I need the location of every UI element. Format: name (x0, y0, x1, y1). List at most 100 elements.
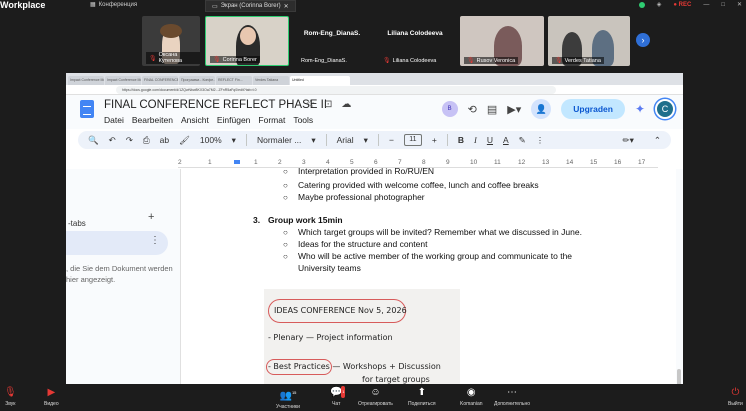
bullet-icon: ○ (283, 167, 288, 176)
more-icon: ⋯ (507, 387, 517, 398)
video-tile[interactable]: 🎙 Rusov Veronica (460, 16, 544, 66)
react-label: Отреагировать (358, 401, 393, 407)
list-item[interactable]: Catering provided with welcome coffee, l… (298, 180, 539, 190)
underline-icon[interactable]: U (487, 135, 493, 145)
share-button[interactable]: ⬆ Поделиться (408, 387, 436, 407)
next-videos-button[interactable]: › (636, 33, 650, 47)
chat-button[interactable]: 💬 1 Чат (330, 386, 346, 407)
tab-screen-share[interactable]: ▭ Экран (Corinna Borer) ✕ (205, 0, 296, 12)
section-heading[interactable]: Group work 15min (268, 215, 343, 225)
browser-tab[interactable]: Verdes Tatiana (253, 76, 289, 85)
chevron-down-icon: ▾ (311, 134, 316, 145)
menu-file[interactable]: Datei (104, 115, 124, 125)
browser-tab[interactable]: Программа - Конфе... (179, 76, 215, 85)
section-number: 3. (253, 215, 261, 225)
menu-insert[interactable]: Einfügen (217, 115, 251, 125)
decrease-size-icon[interactable]: − (389, 135, 394, 145)
user-button[interactable]: ◉ Komanian (460, 387, 483, 407)
list-item[interactable]: Who will be active member of the working… (298, 251, 572, 261)
list-item[interactable]: Interpretation provided in Ro/RU/EN (298, 166, 434, 176)
browser-tab[interactable]: Impact Conference Meeting A... (105, 76, 141, 85)
upgrade-button[interactable]: Upgraden (561, 99, 625, 119)
inserted-photo[interactable]: IDEAS CONFERENCE Nov 5, 2026 - Plenary —… (264, 289, 460, 384)
spellcheck-icon[interactable]: ab (160, 135, 169, 145)
italic-icon[interactable]: I (474, 135, 477, 145)
style-select[interactable]: Normaler ... (257, 135, 301, 145)
meet-icon[interactable]: ▶▾ (507, 103, 521, 116)
menu-view[interactable]: Ansicht (181, 115, 209, 125)
video-button[interactable]: ▶ Видео (44, 387, 59, 407)
maximize-icon[interactable]: □ (721, 2, 725, 8)
print-icon[interactable]: ⎙ (143, 135, 150, 146)
minimize-icon[interactable]: — (703, 2, 709, 8)
ruler-tick: 1 (208, 159, 212, 166)
browser-tab-active[interactable]: Untitled (290, 76, 350, 85)
list-item-continuation[interactable]: University teams (298, 263, 361, 273)
video-tile[interactable]: 🎙 Оксана Кутепова (142, 16, 200, 66)
text-color-icon[interactable]: A (503, 135, 509, 145)
chat-label: Чат (332, 401, 341, 407)
close-icon[interactable]: ✕ (284, 3, 289, 10)
gemini-icon[interactable]: ✦ (635, 102, 645, 116)
more-button[interactable]: ⋯ Дополнительно (494, 387, 530, 407)
video-tile-active[interactable]: 🎙 Corinna Borer (205, 16, 289, 66)
highlight-icon[interactable]: ✎ (519, 135, 526, 146)
url-field[interactable]: https://docs.google.com/document/d/1ZQwN… (116, 86, 556, 94)
menu-tools[interactable]: Tools (293, 115, 313, 125)
video-tile[interactable]: 🎙 Verdes Tatiana (548, 16, 630, 66)
history-icon[interactable]: ⟲ (468, 103, 477, 116)
browser-tab[interactable]: Impact Conference Meeting A... (68, 76, 104, 85)
bold-icon[interactable]: B (458, 135, 464, 145)
list-item[interactable]: Ideas for the structure and content (298, 239, 427, 249)
tab-conference[interactable]: ▦ Конференция (90, 1, 137, 9)
docs-header: FINAL CONFERENCE REFLECT PHASE II ☆ ⊡ ☁ … (66, 95, 683, 129)
toolbar-divider (377, 134, 379, 146)
scrollbar-thumb[interactable] (677, 369, 681, 384)
mic-button[interactable]: 🎙 Звук (4, 387, 17, 407)
search-icon[interactable]: 🔍 (88, 135, 99, 146)
menu-edit[interactable]: Bearbeiten (132, 115, 173, 125)
share-people-icon[interactable]: 👤 (531, 99, 552, 119)
participants-button[interactable]: 👥15 Участники (276, 387, 300, 410)
tab-options-icon[interactable]: ⋮ (150, 235, 160, 246)
cloud-status-icon[interactable]: ☁ (341, 99, 351, 110)
react-button[interactable]: ☺ Отреагировать (358, 387, 393, 407)
document-title[interactable]: FINAL CONFERENCE REFLECT PHASE II (104, 99, 327, 111)
undo-icon[interactable]: ↶ (109, 135, 116, 146)
video-tile[interactable]: Rom-Eng_DianaS. Rom-Eng_DianaS. (294, 16, 370, 66)
indent-marker[interactable] (234, 160, 240, 164)
redo-icon[interactable]: ↷ (126, 135, 133, 146)
leave-button[interactable]: ⏻ Выйти (728, 387, 743, 407)
tab-screen-label: Экран (Corinna Borer) (220, 3, 281, 9)
tabs-panel-title: -tabs (68, 219, 86, 228)
comments-icon[interactable]: ▤ (487, 103, 497, 116)
collaborator-avatar[interactable]: B (441, 101, 458, 117)
list-item[interactable]: Maybe professional photographer (298, 192, 425, 202)
add-tab-icon[interactable]: + (148, 211, 154, 223)
collapse-menu-icon[interactable]: ⌃ (654, 135, 671, 146)
paint-format-icon[interactable]: 🖌 (179, 135, 190, 146)
font-size-input[interactable]: 11 (403, 134, 422, 146)
shared-screen: Impact Conference Meeting A... Impact Co… (66, 73, 683, 384)
menu-format[interactable]: Format (258, 115, 285, 125)
close-window-icon[interactable]: ✕ (737, 1, 742, 8)
editing-mode-icon[interactable]: ✏▾ (622, 135, 643, 146)
rec-dot-icon: ● (673, 1, 677, 8)
browser-tab[interactable]: FINAL CONFERENCE REFLECT P... (142, 76, 178, 85)
browser-tab[interactable]: REFLECT Fin... (216, 76, 252, 85)
account-avatar[interactable]: C (655, 99, 675, 119)
camera-off-icon: ▶ (47, 387, 56, 398)
grid-icon: ▦ (90, 2, 96, 8)
font-select[interactable]: Arial (337, 135, 354, 145)
docs-logo-icon[interactable] (80, 100, 94, 118)
star-icon[interactable]: ☆ (306, 99, 315, 110)
bullet-icon: ○ (283, 240, 288, 249)
increase-size-icon[interactable]: + (432, 135, 437, 145)
tabs-panel-hint: , die Sie dem Dokument werden hier angez… (66, 264, 173, 284)
more-options-icon[interactable]: ⋮ (536, 135, 545, 146)
ruler-tick: 2 (278, 159, 282, 166)
move-folder-icon[interactable]: ⊡ (324, 99, 332, 110)
list-item[interactable]: Which target groups will be invited? Rem… (298, 227, 582, 237)
video-tile[interactable]: Liliana Colodeeva 🎙 Liliana Colodeeva (376, 16, 454, 66)
zoom-select[interactable]: 100% (200, 135, 222, 145)
